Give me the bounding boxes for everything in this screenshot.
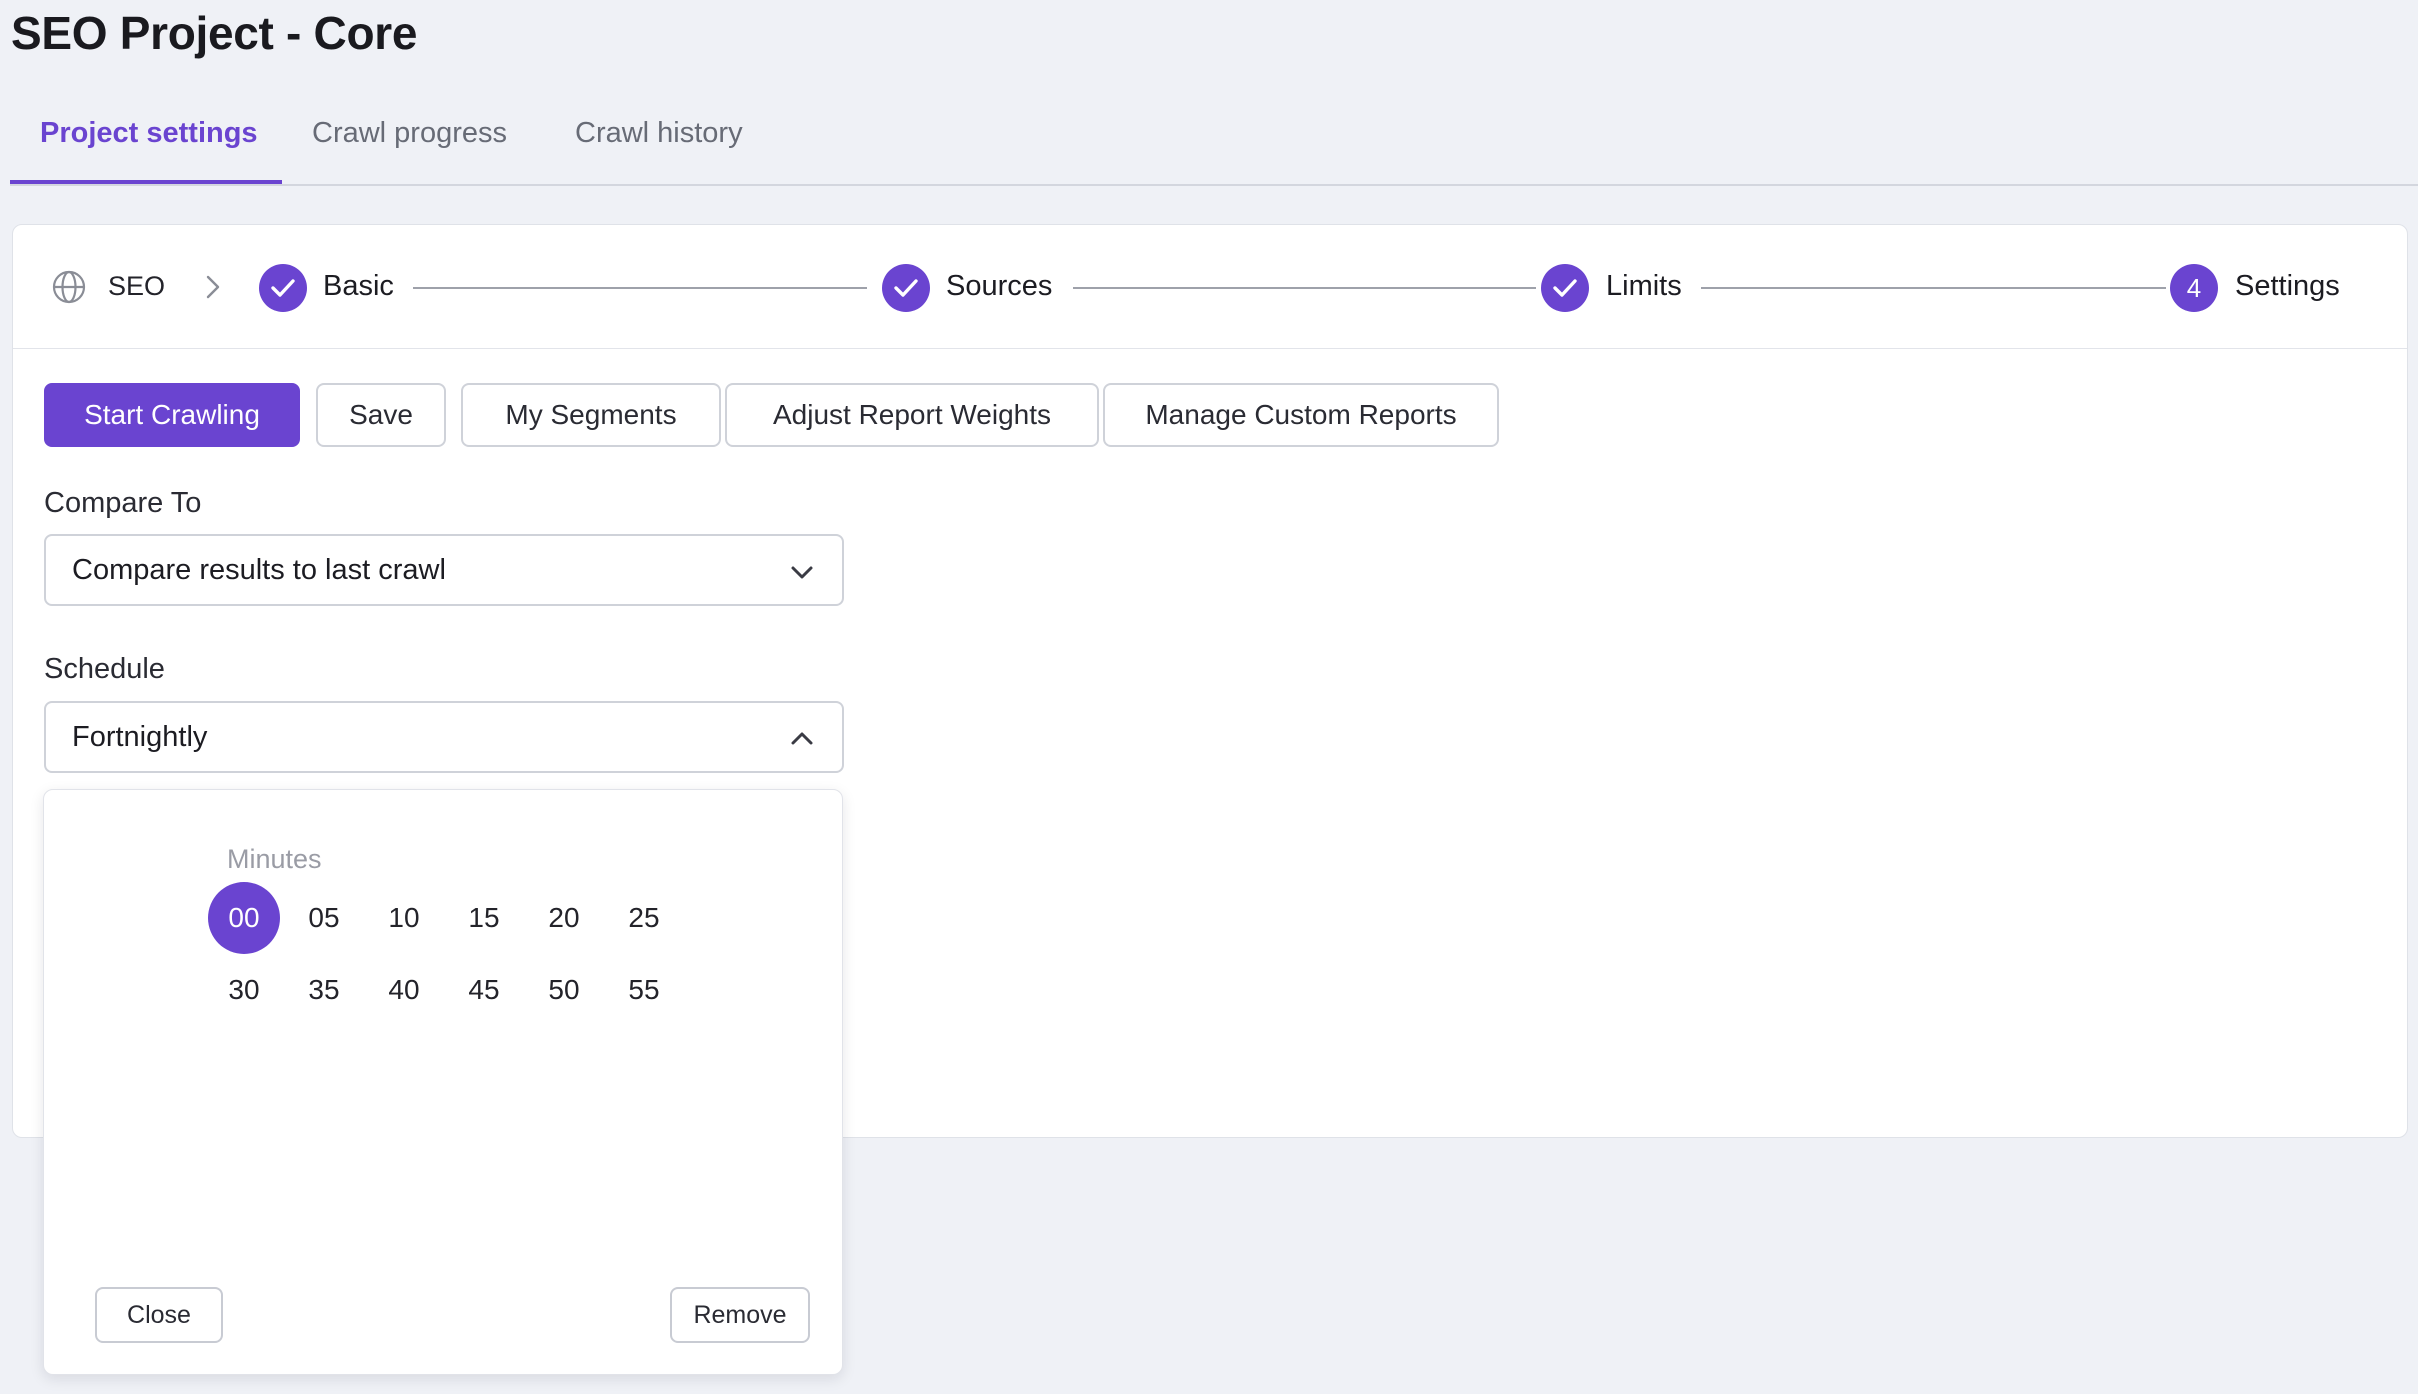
tab-bar: Project settings Crawl progress Crawl hi… xyxy=(10,100,2418,186)
step-basic-check-icon xyxy=(259,264,307,312)
minute-option[interactable]: 05 xyxy=(288,882,360,954)
schedule-label: Schedule xyxy=(44,653,165,685)
minute-option[interactable]: 50 xyxy=(528,954,600,1026)
compare-to-select[interactable]: Compare results to last crawl xyxy=(44,534,844,606)
minute-option[interactable]: 15 xyxy=(448,882,520,954)
tab-crawl-progress[interactable]: Crawl progress xyxy=(312,100,507,184)
minute-option[interactable]: 35 xyxy=(288,954,360,1026)
schedule-dropdown-panel: Minutes 00 05 10 15 20 25 30 35 40 45 50… xyxy=(43,789,843,1375)
compare-to-label: Compare To xyxy=(44,487,202,519)
minute-option[interactable]: 55 xyxy=(608,954,680,1026)
step-sources[interactable]: Sources xyxy=(946,270,1052,303)
step-connector xyxy=(1701,287,2166,289)
chevron-up-icon xyxy=(791,732,813,745)
remove-button[interactable]: Remove xyxy=(670,1287,810,1343)
chevron-down-icon xyxy=(791,566,813,579)
manage-custom-reports-button[interactable]: Manage Custom Reports xyxy=(1103,383,1499,447)
step-limits[interactable]: Limits xyxy=(1606,270,1682,303)
chevron-right-icon xyxy=(206,275,220,299)
start-crawling-button[interactable]: Start Crawling xyxy=(44,383,300,447)
minute-option[interactable]: 10 xyxy=(368,882,440,954)
compare-to-value: Compare results to last crawl xyxy=(72,554,446,586)
minute-option[interactable]: 20 xyxy=(528,882,600,954)
schedule-value: Fortnightly xyxy=(72,721,208,753)
tab-project-settings[interactable]: Project settings xyxy=(40,100,258,184)
close-button[interactable]: Close xyxy=(95,1287,223,1343)
schedule-select[interactable]: Fortnightly xyxy=(44,701,844,773)
step-basic[interactable]: Basic xyxy=(323,270,394,303)
step-limits-check-icon xyxy=(1541,264,1589,312)
minute-option-selected[interactable]: 00 xyxy=(208,882,280,954)
wizard-stepper: SEO Basic Sources Limits 4 Settings xyxy=(13,225,2407,349)
minute-option[interactable]: 45 xyxy=(448,954,520,1026)
globe-icon xyxy=(52,270,86,304)
step-connector xyxy=(1073,287,1536,289)
minute-option[interactable]: 25 xyxy=(608,882,680,954)
step-settings-number: 4 xyxy=(2170,264,2218,312)
step-settings[interactable]: Settings xyxy=(2235,270,2340,303)
my-segments-button[interactable]: My Segments xyxy=(461,383,721,447)
stepper-root-label[interactable]: SEO xyxy=(108,271,165,302)
minute-option[interactable]: 30 xyxy=(208,954,280,1026)
page-title: SEO Project - Core xyxy=(11,7,418,59)
minute-option[interactable]: 40 xyxy=(368,954,440,1026)
active-tab-indicator xyxy=(10,180,282,184)
tab-crawl-history[interactable]: Crawl history xyxy=(575,100,743,184)
minutes-label: Minutes xyxy=(227,844,322,874)
step-connector xyxy=(413,287,867,289)
adjust-report-weights-button[interactable]: Adjust Report Weights xyxy=(725,383,1099,447)
step-sources-check-icon xyxy=(882,264,930,312)
save-button[interactable]: Save xyxy=(316,383,446,447)
